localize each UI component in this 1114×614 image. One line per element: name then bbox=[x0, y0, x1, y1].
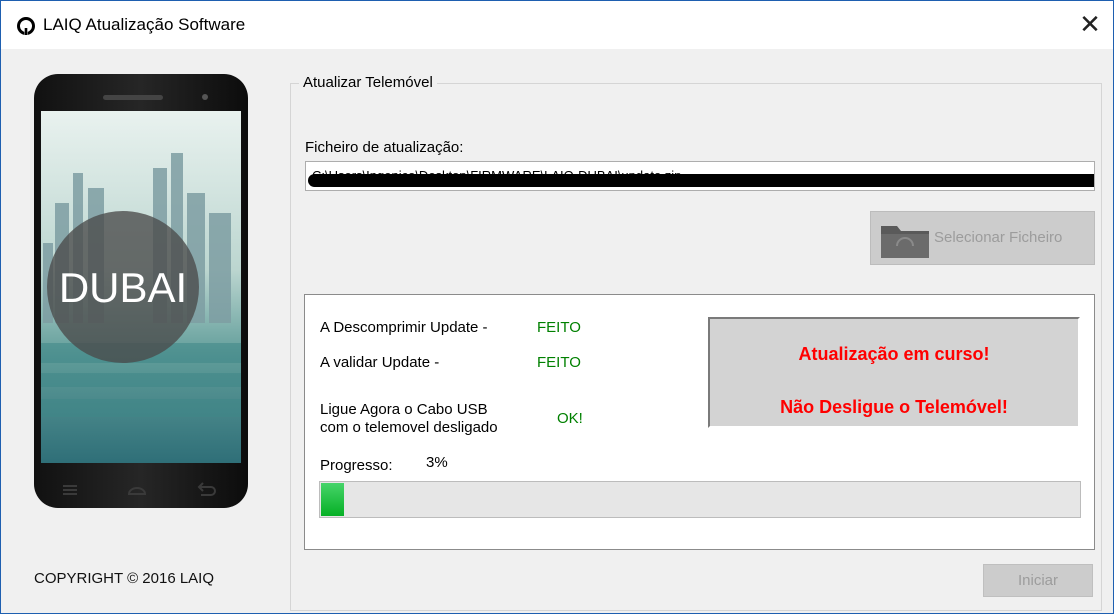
warning-line-2: Não Desligue o Telemóvel! bbox=[780, 397, 1008, 417]
step-validate-label: A validar Update - bbox=[320, 354, 440, 371]
start-button[interactable]: Iniciar bbox=[983, 564, 1093, 597]
close-icon: ✕ bbox=[1079, 9, 1101, 39]
step-decompress-status: FEITO bbox=[537, 319, 581, 336]
step-usb-status: OK! bbox=[557, 410, 583, 427]
app-logo-icon bbox=[17, 17, 35, 35]
file-path-field[interactable]: C:\Users\Ingenico\Desktop\FIRMWARE\LAIQ-… bbox=[305, 161, 1095, 191]
step-usb-label-line1: Ligue Agora o Cabo USB bbox=[320, 401, 488, 418]
groupbox-title: Atualizar Telemóvel bbox=[299, 72, 437, 94]
select-file-label: Selecionar Ficheiro bbox=[934, 229, 1063, 246]
copyright-text: COPYRIGHT © 2016 LAIQ bbox=[34, 570, 215, 587]
progress-value: 3% bbox=[426, 454, 448, 471]
progress-bar bbox=[319, 481, 1081, 518]
file-label: Ficheiro de atualização: bbox=[305, 139, 464, 156]
redaction-bar bbox=[308, 174, 1094, 187]
title-bar: LAIQ Atualização Software ✕ bbox=[1, 1, 1113, 49]
close-button[interactable]: ✕ bbox=[1067, 1, 1113, 49]
progress-label: Progresso: bbox=[320, 457, 393, 474]
select-file-button[interactable]: Selecionar Ficheiro bbox=[870, 211, 1095, 265]
warning-line-1: Atualização em curso! bbox=[798, 344, 990, 364]
updater-window: LAIQ Atualização Software ✕ DUBAI COPYRI… bbox=[0, 0, 1114, 614]
phone-brand-text: DUBAI bbox=[59, 264, 187, 311]
warning-box: Atualização em curso! Não Desligue o Tel… bbox=[708, 317, 1080, 428]
folder-icon bbox=[881, 226, 929, 258]
window-title: LAIQ Atualização Software bbox=[43, 15, 246, 34]
step-decompress-label: A Descomprimir Update - bbox=[320, 319, 488, 336]
phone-image: DUBAI bbox=[34, 74, 248, 508]
step-usb-label-line2: com o telemovel desligado bbox=[320, 419, 498, 436]
progress-bar-fill bbox=[321, 483, 344, 516]
step-validate-status: FEITO bbox=[537, 354, 581, 371]
